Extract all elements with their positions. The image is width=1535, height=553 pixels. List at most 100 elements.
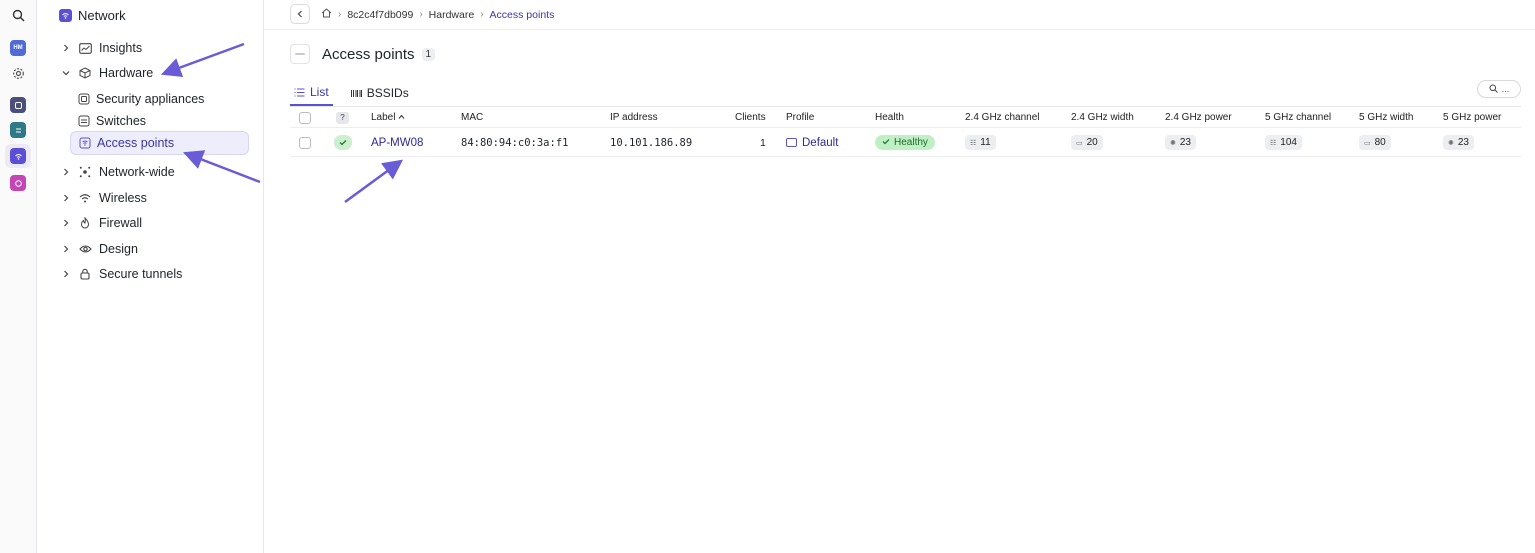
sidebar-item-label: Secure tunnels	[99, 267, 183, 281]
table-header: ? Label MAC IP address Clients Profile H…	[290, 108, 1521, 128]
ap-label-link[interactable]: AP-MW08	[371, 129, 423, 156]
page-header: Access points 1	[290, 44, 436, 64]
sidebar-item-label: Firewall	[99, 216, 143, 230]
table-row[interactable]: AP-MW08 84:80:94:c0:3a:f1 10.101.186.89 …	[290, 129, 1521, 157]
sd-app-icon[interactable]	[10, 122, 26, 138]
lock-icon	[77, 267, 93, 281]
channel-icon: ☷	[970, 139, 977, 147]
chevron-right-icon	[59, 44, 73, 52]
width-icon: ▭	[1076, 139, 1083, 147]
column-header-5-channel[interactable]: 5 GHz channel	[1265, 108, 1331, 127]
profile-icon	[786, 138, 797, 147]
view-tabs: List BSSIDs	[290, 80, 1521, 107]
sidebar-item-label: Network-wide	[99, 165, 175, 179]
profile-link[interactable]: Default	[786, 129, 838, 156]
access-point-device-icon	[290, 44, 310, 64]
column-header-mac[interactable]: MAC	[461, 108, 483, 127]
select-all-checkbox[interactable]	[299, 108, 311, 127]
status-ok-badge	[334, 129, 352, 156]
power-icon: ✺	[1170, 139, 1176, 147]
profile-label: Default	[802, 136, 839, 149]
sidebar-item-firewall[interactable]: Firewall	[59, 213, 142, 233]
breadcrumb-separator: ›	[480, 9, 484, 20]
sidebar-item-insights[interactable]: Insights	[59, 38, 142, 58]
column-header-24-channel[interactable]: 2.4 GHz channel	[965, 108, 1040, 127]
network-icon	[77, 165, 93, 179]
breadcrumb-network-id[interactable]: 8c2c4f7db099	[347, 9, 413, 21]
breadcrumb-separator: ›	[419, 9, 423, 20]
fire-icon	[77, 216, 93, 230]
tab-bssids[interactable]: BSSIDs	[347, 80, 413, 106]
breadcrumb-separator: ›	[338, 9, 342, 20]
eye-icon	[77, 242, 93, 256]
bssid-icon	[350, 89, 362, 98]
check-icon	[882, 137, 890, 148]
back-button[interactable]	[290, 4, 310, 24]
width-5: ▭ 80	[1359, 129, 1391, 156]
sidebar-item-network-wide[interactable]: Network-wide	[59, 162, 175, 182]
ip-address: 10.101.186.89	[610, 136, 693, 149]
breadcrumb-access-points: Access points	[489, 8, 555, 21]
sidebar-item-wireless[interactable]: Wireless	[59, 188, 147, 208]
sidebar-item-label: Access points	[97, 136, 175, 150]
column-header-health[interactable]: Health	[875, 108, 904, 127]
channel-5: ☷ 104	[1265, 129, 1302, 156]
sidebar-item-label: Wireless	[99, 191, 147, 205]
tab-label: BSSIDs	[366, 86, 409, 100]
power-24: ✺ 23	[1165, 129, 1196, 156]
hm-app-icon[interactable]: HM	[10, 40, 26, 56]
chevron-right-icon	[59, 168, 73, 176]
chevron-right-icon	[59, 270, 73, 278]
health-label: Healthy	[894, 137, 928, 148]
search-button-label: ...	[1501, 84, 1510, 94]
clients-count: 1	[760, 136, 766, 149]
chevron-right-icon	[59, 219, 73, 227]
sidebar-item-hardware[interactable]: Hardware	[59, 63, 153, 83]
search-icon[interactable]	[9, 6, 27, 24]
tab-list[interactable]: List	[290, 80, 333, 106]
count-badge: 1	[421, 47, 436, 61]
tab-label: List	[310, 85, 329, 99]
chevron-right-icon	[59, 245, 73, 253]
column-header-ip-address[interactable]: IP address	[610, 108, 658, 127]
width-icon: ▭	[1364, 139, 1371, 147]
chevron-right-icon	[59, 194, 73, 202]
column-header-profile[interactable]: Profile	[786, 108, 814, 127]
health-badge: Healthy	[875, 129, 935, 156]
sidebar-item-label: Switches	[96, 114, 147, 128]
sidebar-item-label: Security appliances	[96, 92, 205, 106]
power-5: ✺ 23	[1443, 129, 1474, 156]
column-header-label[interactable]: Label	[371, 108, 405, 127]
sidebar-item-access-points[interactable]: Access points	[70, 131, 249, 155]
row-checkbox[interactable]	[299, 129, 311, 156]
sidebar-item-label: Design	[99, 242, 138, 256]
mac-address: 84:80:94:c0:3a:f1	[461, 136, 569, 149]
list-icon	[294, 87, 305, 97]
app-rail: HM	[0, 0, 37, 553]
breadcrumb-hardware[interactable]: Hardware	[429, 9, 475, 21]
column-header-5-width[interactable]: 5 GHz width	[1359, 108, 1413, 127]
sidebar-item-design[interactable]: Design	[59, 239, 138, 259]
sidebar-item-secure-tunnels[interactable]: Secure tunnels	[59, 264, 182, 284]
chevron-left-icon	[296, 5, 304, 23]
network-app-icon[interactable]	[10, 148, 26, 164]
pink-app-icon[interactable]	[10, 175, 26, 191]
column-header-clients[interactable]: Clients	[735, 108, 766, 127]
gear-icon[interactable]	[9, 64, 27, 82]
main-content: › 8c2c4f7db099 › Hardware › Access point…	[264, 0, 1535, 553]
top-bar: › 8c2c4f7db099 › Hardware › Access point…	[264, 0, 1535, 30]
page-title: Access points	[322, 45, 415, 63]
chart-icon	[77, 41, 93, 55]
column-header-24-power[interactable]: 2.4 GHz power	[1165, 108, 1232, 127]
check-icon	[334, 135, 352, 150]
sidebar-item-security-appliances[interactable]: Security appliances	[77, 89, 204, 109]
status-column-header: ?	[336, 108, 349, 127]
sidebar: Network Insights Hardware Security appli…	[37, 0, 264, 553]
column-header-24-width[interactable]: 2.4 GHz width	[1071, 108, 1134, 127]
table-search-button[interactable]: ...	[1477, 80, 1521, 98]
channel-icon: ☷	[1270, 139, 1277, 147]
security-app-icon[interactable]	[10, 97, 26, 113]
sidebar-item-switches[interactable]: Switches	[77, 111, 146, 131]
column-header-5-power[interactable]: 5 GHz power	[1443, 108, 1501, 127]
home-icon[interactable]	[321, 8, 332, 21]
